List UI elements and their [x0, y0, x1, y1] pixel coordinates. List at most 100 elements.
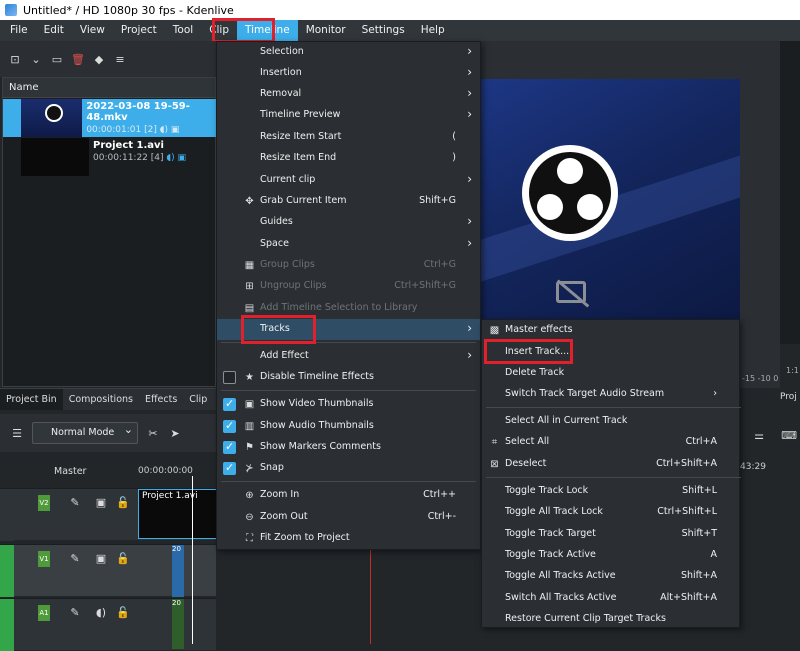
- film-icon[interactable]: ▣: [94, 495, 108, 509]
- menu-item-resize-start[interactable]: Resize Item Start(: [217, 127, 480, 148]
- track-label[interactable]: A1: [38, 605, 50, 621]
- timeline-clip[interactable]: 20: [172, 545, 184, 597]
- menu-help[interactable]: Help: [413, 20, 453, 41]
- speaker-icon[interactable]: ◖): [94, 605, 108, 619]
- menu-item-switch-all-tracks-active[interactable]: Switch All Tracks Active Alt+Shift+A: [482, 588, 739, 609]
- bin-clip-2[interactable]: Project 1.avi 00:00:11:22 [4] ◖) ▣: [3, 138, 217, 176]
- tab-project-bin[interactable]: Project Bin: [0, 389, 63, 410]
- select-all-icon: ⌗: [491, 437, 498, 448]
- zoom-ratio: 1:1: [786, 366, 799, 375]
- timeline-clip[interactable]: 20: [172, 599, 184, 649]
- menu-item-select-all-current-track[interactable]: Select All in Current Track: [482, 411, 739, 432]
- snap-icon: ⊁: [245, 463, 254, 474]
- menu-item-ungroup-clips: ⊞ Ungroup Clips Ctrl+Shift+G: [217, 276, 480, 297]
- menu-item-disable-timeline-effects[interactable]: ★ Disable Timeline Effects: [217, 367, 480, 388]
- timeline-right-area: 43:29 Proj ⚌ ⌨: [736, 388, 800, 644]
- tab-project[interactable]: Proj: [780, 392, 797, 402]
- master-label[interactable]: Master: [54, 466, 86, 477]
- clip-thumbnail: [21, 138, 89, 176]
- timeline-clip[interactable]: Project 1.avi: [138, 489, 218, 539]
- menu-item-guides[interactable]: Guides ›: [217, 212, 480, 233]
- side-panel-strip: [780, 41, 800, 344]
- menu-item-toggle-track-lock[interactable]: Toggle Track Lock Shift+L: [482, 481, 739, 502]
- lock-icon[interactable]: 🔓: [116, 605, 130, 619]
- menu-item-show-markers-comments[interactable]: ⚑Show Markers Comments: [217, 437, 480, 458]
- keyboard-icon[interactable]: ⌨: [781, 428, 797, 442]
- menu-item-fit-zoom[interactable]: ⛶ Fit Zoom to Project: [217, 528, 480, 549]
- menu-item-toggle-track-active[interactable]: Toggle Track Active A: [482, 545, 739, 566]
- menu-settings[interactable]: Settings: [354, 20, 413, 41]
- menu-monitor[interactable]: Monitor: [298, 20, 354, 41]
- hamburger-menu-icon[interactable]: ≡: [113, 52, 127, 66]
- playhead[interactable]: [192, 476, 193, 644]
- tab-clip[interactable]: Clip: [183, 389, 213, 410]
- menu-timeline[interactable]: Timeline: [237, 20, 298, 41]
- ungroup-icon: ⊞: [245, 281, 254, 292]
- menu-item-tracks[interactable]: Tracks ›: [217, 319, 480, 340]
- menu-item-delete-track[interactable]: Delete Track: [482, 363, 739, 384]
- menu-file[interactable]: File: [2, 20, 36, 41]
- menu-item-master-effects[interactable]: ▩ Master effects: [482, 320, 739, 341]
- menu-item-removal[interactable]: Removal ›: [217, 84, 480, 105]
- menu-view[interactable]: View: [72, 20, 113, 41]
- clip-monitor: [480, 41, 800, 344]
- track-a1[interactable]: A1 ✎ ◖) 🔓 20: [0, 598, 216, 651]
- bin-clip-1[interactable]: 2022-03-08 19-59-48.mkv 00:00:01:01 [2] …: [3, 99, 217, 137]
- menu-item-snap[interactable]: ⊁Snap: [217, 458, 480, 479]
- menu-item-resize-end[interactable]: Resize Item End): [217, 148, 480, 169]
- effect-wand-icon[interactable]: ✎: [68, 551, 82, 565]
- menu-item-deselect[interactable]: ⊠ Deselect Ctrl+Shift+A: [482, 454, 739, 475]
- film-icon[interactable]: ▣: [94, 551, 108, 565]
- clip-name: 2022-03-08 19-59-48.mkv: [86, 101, 190, 123]
- kdenlive-app-icon: [5, 4, 17, 16]
- track-v1[interactable]: V1 ✎ ▣ 🔓 20: [0, 544, 216, 597]
- menu-item-toggle-track-target[interactable]: Toggle Track Target Shift+T: [482, 524, 739, 545]
- menu-item-current-clip[interactable]: Current clip ›: [217, 170, 480, 191]
- chevron-down-icon[interactable]: ⌄: [29, 52, 43, 66]
- track-label[interactable]: V1: [38, 551, 50, 567]
- razor-icon[interactable]: ✂: [146, 426, 160, 440]
- menu-item-grab-current-item[interactable]: ✥ Grab Current Item Shift+G: [217, 191, 480, 212]
- delete-icon[interactable]: 🗑: [71, 52, 85, 66]
- menu-item-select-all[interactable]: ⌗ Select All Ctrl+A: [482, 432, 739, 453]
- folder-icon[interactable]: ▭: [50, 52, 64, 66]
- menu-item-restore-target-tracks[interactable]: Restore Current Clip Target Tracks: [482, 609, 739, 630]
- tag-icon[interactable]: ◆: [92, 52, 106, 66]
- timeline-clip-name: Project 1.avi: [142, 491, 198, 501]
- video-icon: ▣: [170, 125, 180, 135]
- menu-item-add-effect[interactable]: Add Effect ›: [217, 346, 480, 367]
- track-settings-icon[interactable]: ☰: [10, 426, 24, 440]
- menu-item-zoom-out[interactable]: ⊖ Zoom Out Ctrl+-: [217, 507, 480, 528]
- checkbox-markers-comments: [223, 440, 236, 454]
- menu-item-toggle-all-tracks-active[interactable]: Toggle All Tracks Active Shift+A: [482, 566, 739, 587]
- track-label[interactable]: V2: [38, 495, 50, 511]
- sliders-icon[interactable]: ⚌: [752, 428, 766, 442]
- timeline-ruler: Master 00:00:00:00: [0, 458, 216, 488]
- menu-clip[interactable]: Clip: [201, 20, 237, 41]
- menu-item-show-audio-thumbnails[interactable]: ▥Show Audio Thumbnails: [217, 416, 480, 437]
- effect-wand-icon[interactable]: ✎: [68, 605, 82, 619]
- checkbox-snap: [223, 461, 236, 475]
- menu-item-switch-audio-stream[interactable]: Switch Track Target Audio Stream ›: [482, 384, 739, 405]
- lock-icon[interactable]: 🔓: [116, 551, 130, 565]
- lock-icon[interactable]: 🔓: [116, 495, 130, 509]
- menu-project[interactable]: Project: [113, 20, 165, 41]
- menu-tool[interactable]: Tool: [165, 20, 201, 41]
- track-v2[interactable]: V2 ✎ ▣ 🔓 Project 1.avi: [0, 488, 218, 541]
- menu-item-timeline-preview[interactable]: Timeline Preview ›: [217, 105, 480, 126]
- tab-compositions[interactable]: Compositions: [63, 389, 139, 410]
- menu-item-space[interactable]: Space ›: [217, 234, 480, 255]
- menu-edit[interactable]: Edit: [36, 20, 72, 41]
- menu-item-toggle-all-track-lock[interactable]: Toggle All Track Lock Ctrl+Shift+L: [482, 502, 739, 523]
- menu-item-insertion[interactable]: Insertion ›: [217, 63, 480, 84]
- zoom-out-icon: ⊖: [245, 512, 254, 523]
- menu-item-selection[interactable]: Selection ›: [217, 42, 480, 63]
- edit-mode-select[interactable]: Normal Mode: [32, 420, 138, 444]
- menu-item-insert-track[interactable]: Insert Track...: [482, 342, 739, 363]
- effect-wand-icon[interactable]: ✎: [68, 495, 82, 509]
- select-tool-icon[interactable]: ➤: [168, 426, 182, 440]
- add-clip-icon[interactable]: ⊡: [8, 52, 22, 66]
- menu-item-show-video-thumbnails[interactable]: ▣Show Video Thumbnails: [217, 394, 480, 415]
- menu-item-zoom-in[interactable]: ⊕ Zoom In Ctrl++: [217, 485, 480, 506]
- tab-effects[interactable]: Effects: [139, 389, 183, 410]
